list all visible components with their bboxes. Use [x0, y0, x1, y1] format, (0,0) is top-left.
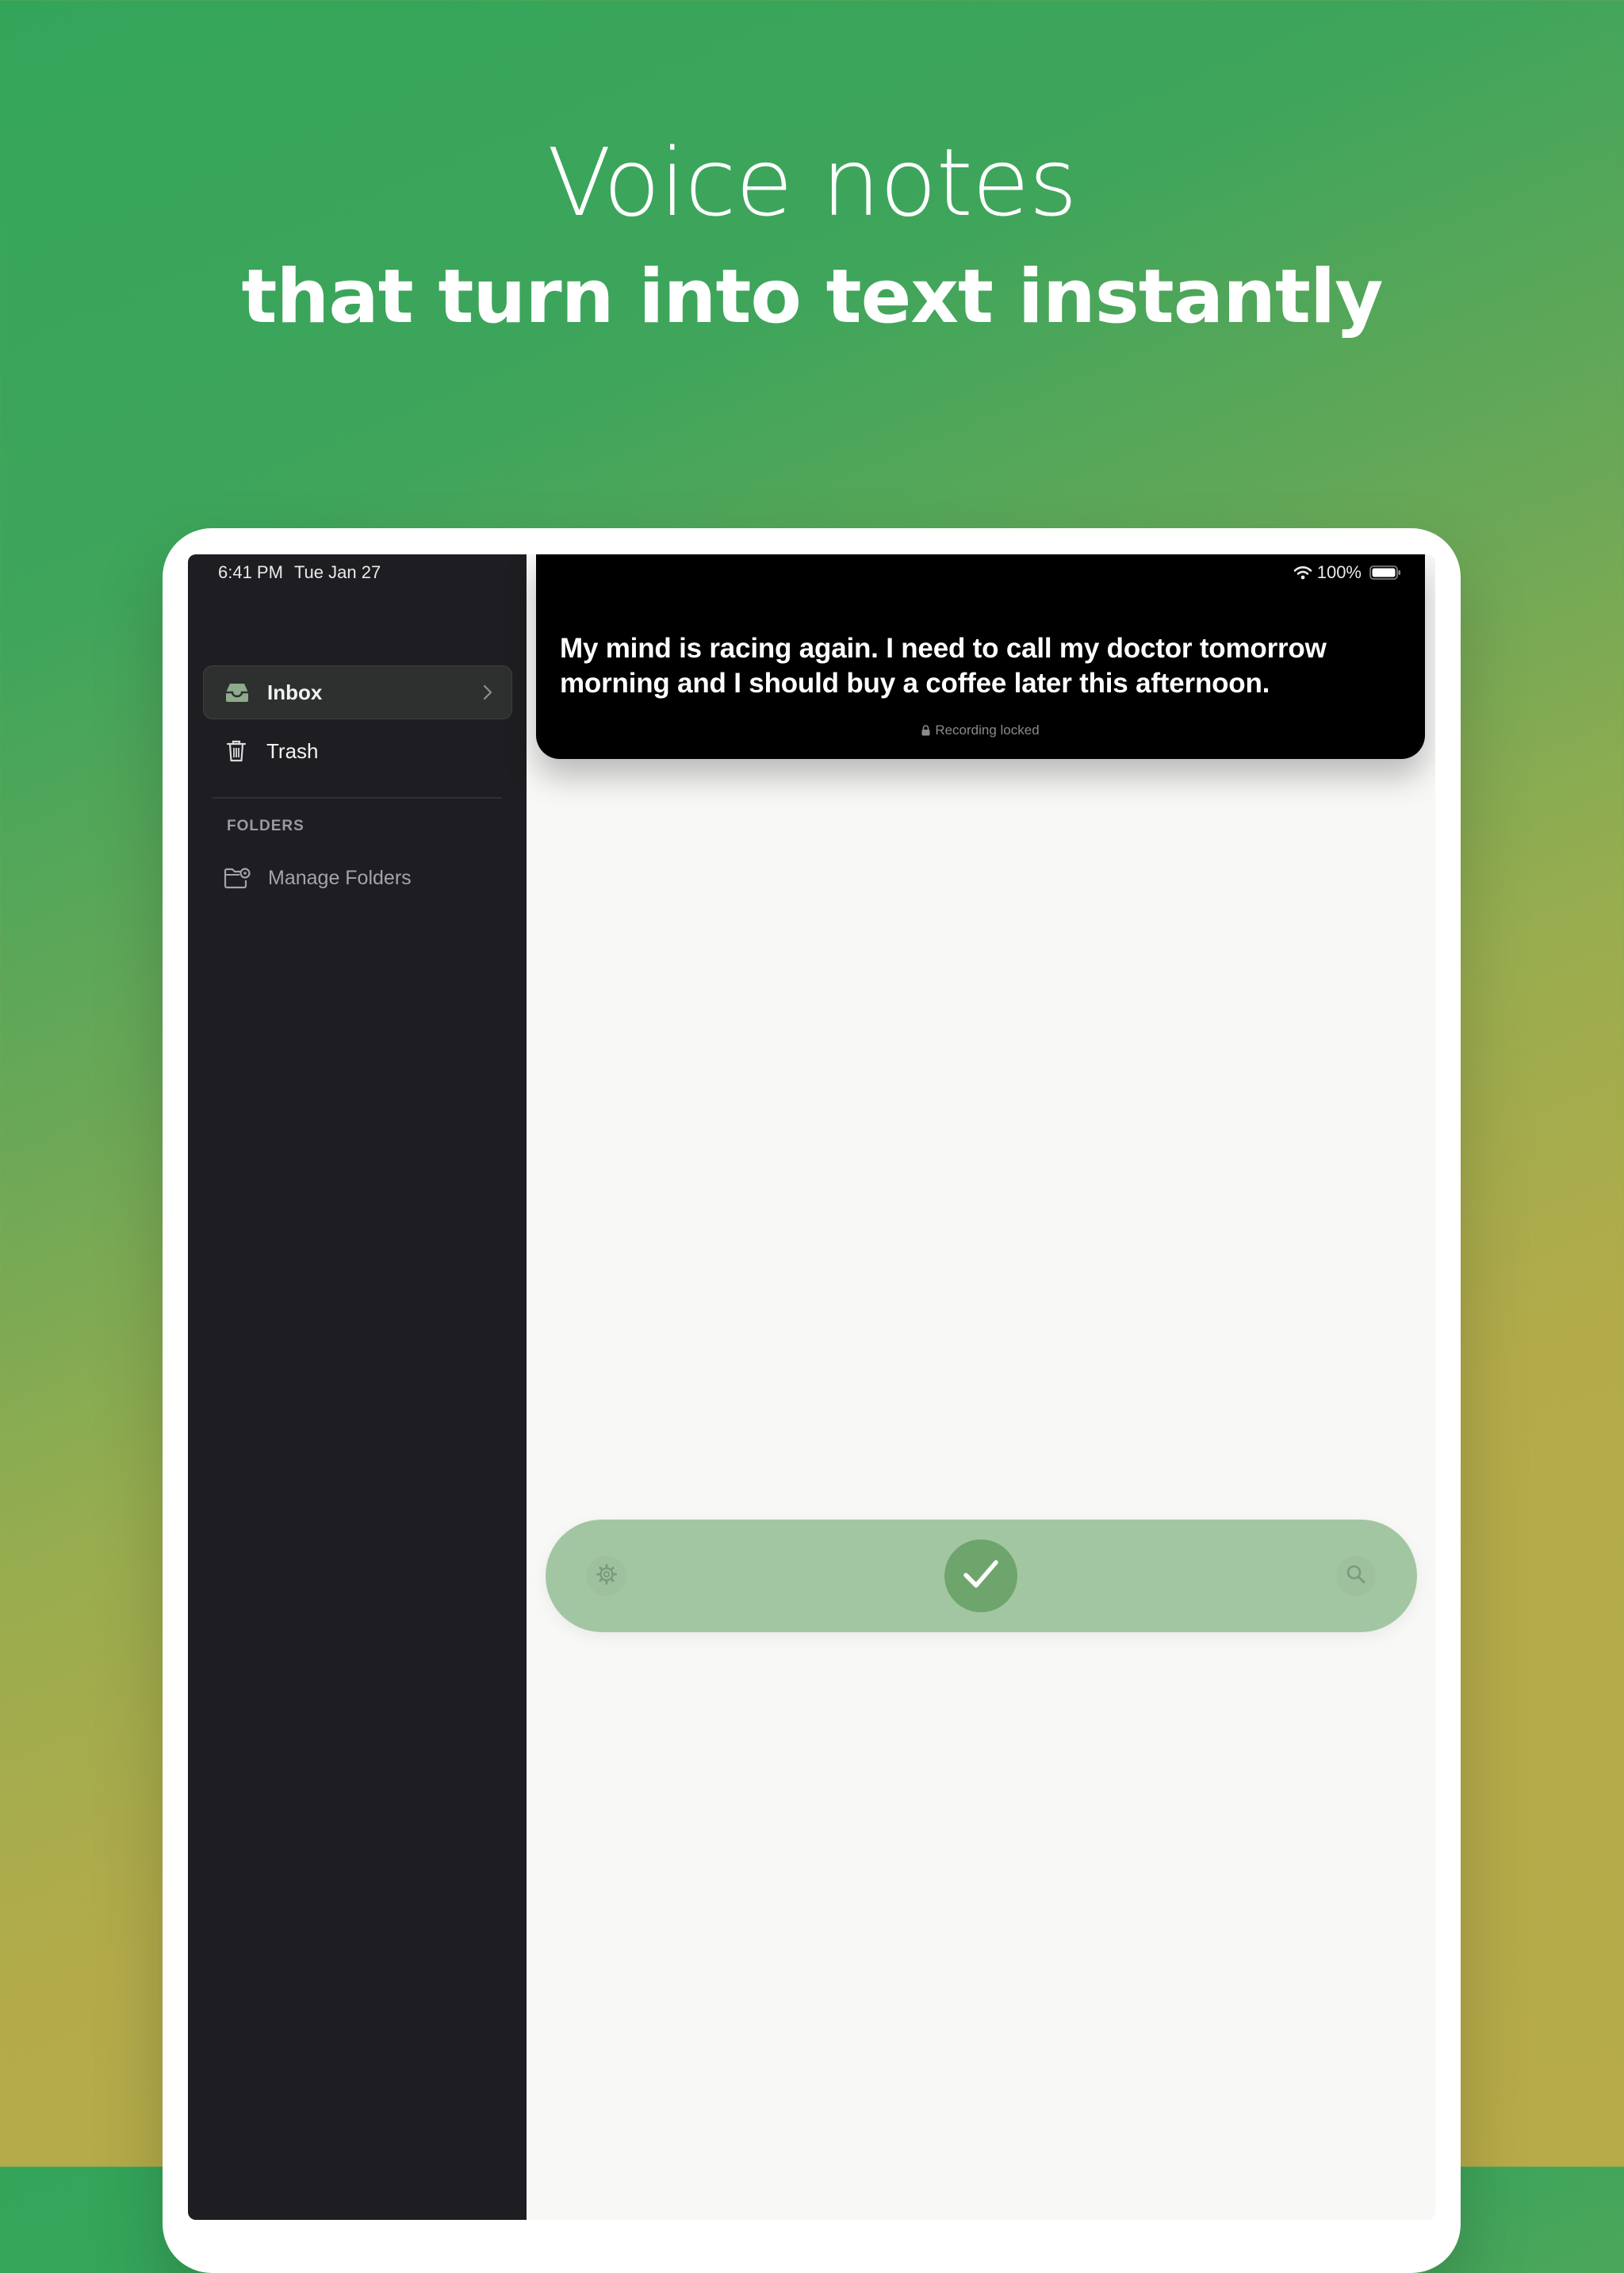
sidebar-item-inbox[interactable]: Inbox [203, 665, 512, 719]
recording-status-label: Recording locked [935, 723, 1040, 738]
headline-subtitle: that turn into text instantly [241, 254, 1384, 340]
lock-icon [921, 724, 930, 740]
live-transcript-card: 100% My mind is racing again. I need to … [536, 554, 1425, 759]
status-bar-right: 100% [1293, 562, 1401, 583]
sidebar-divider [213, 797, 502, 799]
search-icon [1346, 1564, 1366, 1589]
bottom-action-bar [546, 1520, 1417, 1632]
sidebar-item-trash[interactable]: Trash [203, 725, 511, 777]
sidebar-item-label: Trash [266, 738, 319, 763]
search-button[interactable] [1336, 1556, 1376, 1596]
folders-section-heading: FOLDERS [227, 818, 304, 834]
battery-icon [1369, 565, 1401, 581]
inbox-tray-icon [224, 680, 250, 705]
folder-settings-icon [224, 865, 251, 891]
chevron-right-icon [483, 684, 492, 700]
headline-title: Voice notes [547, 128, 1078, 237]
battery-percentage: 100% [1316, 562, 1362, 582]
status-date: Tue Jan 27 [293, 562, 381, 582]
checkmark-icon [963, 1558, 999, 1594]
manage-folders-button[interactable]: Manage Folders [203, 856, 511, 900]
status-time: 6:41 PM [218, 562, 283, 582]
sidebar-item-label: Inbox [267, 680, 323, 704]
recording-status: Recording locked [536, 723, 1425, 740]
transcript-text: My mind is racing again. I need to call … [560, 633, 1327, 699]
settings-button[interactable] [587, 1556, 626, 1596]
wifi-icon [1293, 565, 1312, 580]
manage-folders-label: Manage Folders [268, 866, 412, 889]
tablet-screen: 6:41 PM Tue Jan 27 Inbox Trash FOLDERS M… [188, 554, 1435, 2220]
confirm-recording-button[interactable] [944, 1539, 1017, 1612]
status-bar-time: 6:41 PM Tue Jan 27 [218, 562, 392, 583]
settings-gear-icon [596, 1563, 618, 1589]
sidebar: 6:41 PM Tue Jan 27 Inbox Trash FOLDERS M… [188, 554, 527, 2220]
trash-icon [224, 738, 249, 764]
